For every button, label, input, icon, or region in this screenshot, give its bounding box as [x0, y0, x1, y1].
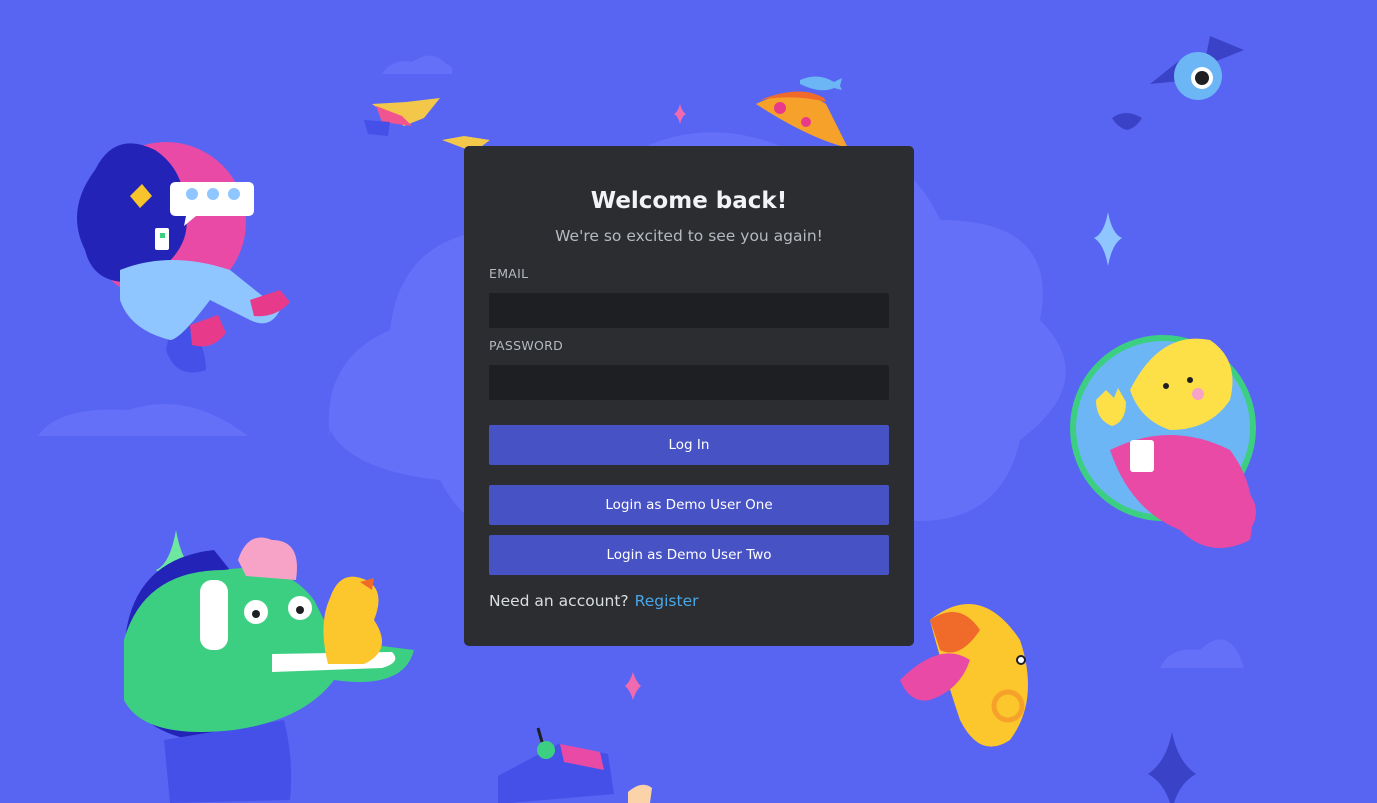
login-card: Welcome back! We're so excited to see yo… [464, 146, 914, 646]
game-console-illustration [498, 727, 652, 803]
register-row: Need an account? Register [489, 590, 889, 612]
register-link[interactable]: Register [635, 592, 699, 610]
email-label: EMAIL [489, 266, 529, 281]
password-label: PASSWORD [489, 338, 564, 353]
crocodile-with-headphones-illustration [124, 537, 414, 803]
password-field[interactable] [489, 365, 889, 400]
girl-with-phone-illustration [77, 142, 290, 373]
need-account-text: Need an account? [489, 592, 629, 610]
page-subtitle: We're so excited to see you again! [555, 227, 823, 245]
yellow-character-with-coffee-illustration [1070, 335, 1256, 548]
demo-user-two-button[interactable]: Login as Demo User Two [489, 535, 889, 575]
pizza-slice-illustration [756, 76, 848, 148]
trumpet-creature-illustration [900, 604, 1028, 747]
email-field[interactable] [489, 293, 889, 328]
log-in-button[interactable]: Log In [489, 425, 889, 465]
page-title: Welcome back! [590, 188, 788, 214]
bat-eyeball-creature-illustration [1112, 36, 1244, 130]
demo-user-one-button[interactable]: Login as Demo User One [489, 485, 889, 525]
flying-book-illustration [364, 98, 490, 152]
